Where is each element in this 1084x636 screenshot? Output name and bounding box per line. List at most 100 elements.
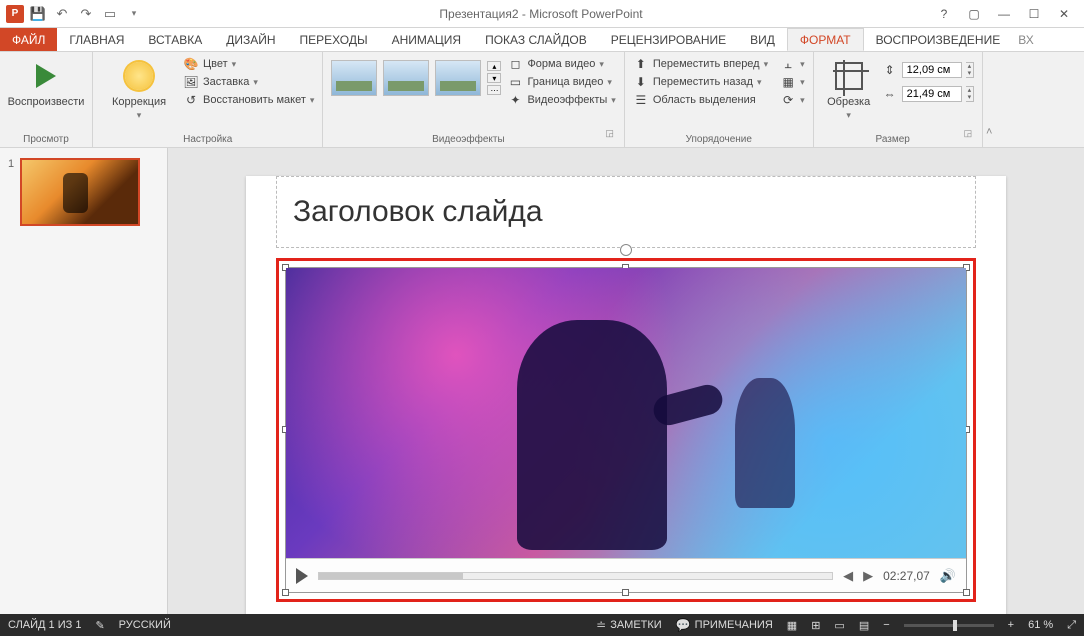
tab-playback[interactable]: ВОСПРОИЗВЕДЕНИЕ	[864, 28, 1013, 51]
group-objects-button[interactable]: ▦▾	[780, 74, 805, 90]
view-reading-icon[interactable]: ▭	[834, 619, 844, 632]
view-normal-icon[interactable]: ▦	[787, 619, 797, 632]
video-time: 02:27,07	[883, 569, 930, 583]
video-step-back-icon[interactable]: ◀	[843, 568, 853, 584]
gallery-down-icon[interactable]: ▾	[487, 73, 501, 83]
spin-up-icon[interactable]: ▴	[966, 63, 974, 70]
corrections-button[interactable]: Коррекция ▾	[101, 56, 177, 123]
resize-handle[interactable]	[963, 589, 970, 596]
tab-overflow[interactable]: Вх	[1012, 28, 1039, 51]
help-icon[interactable]: ?	[932, 4, 956, 24]
resize-handle[interactable]	[622, 589, 629, 596]
comments-button[interactable]: 💬ПРИМЕЧАНИЯ	[676, 618, 773, 632]
window-title: Презентация2 - Microsoft PowerPoint	[150, 7, 932, 21]
slide-indicator[interactable]: СЛАЙД 1 ИЗ 1	[8, 619, 81, 631]
fit-to-window-icon[interactable]: ⤢	[1067, 619, 1076, 632]
notes-button[interactable]: ≐ЗАМЕТКИ	[596, 618, 662, 632]
recolor-label: Цвет	[203, 58, 228, 70]
crop-button[interactable]: Обрезка ▾	[822, 56, 876, 123]
qat-customize-icon[interactable]: ▾	[124, 4, 144, 24]
rotate-handle[interactable]	[620, 244, 632, 256]
gallery-more-icon[interactable]: ⋯	[487, 85, 501, 95]
spin-down-icon[interactable]: ▾	[966, 70, 974, 77]
spellcheck-icon[interactable]: ✎	[95, 619, 104, 632]
width-field[interactable]: ⇔ ▴▾	[882, 86, 975, 102]
height-field[interactable]: ⇕ ▴▾	[882, 62, 975, 78]
send-backward-icon: ⬇	[633, 75, 649, 89]
tab-transitions[interactable]: ПЕРЕХОДЫ	[288, 28, 380, 51]
video-border-button[interactable]: ▭ Граница видео ▾	[507, 74, 615, 90]
width-input[interactable]	[902, 86, 962, 102]
video-play-button[interactable]	[296, 568, 308, 584]
powerpoint-app-icon: P	[6, 5, 24, 23]
maximize-icon[interactable]: ☐	[1022, 4, 1046, 24]
bring-forward-button[interactable]: ⬆ Переместить вперед ▾	[633, 56, 768, 72]
slide-thumbnails-panel: 1	[0, 148, 168, 614]
tab-home[interactable]: ГЛАВНАЯ	[57, 28, 136, 51]
slide-thumbnail-1[interactable]: 1	[8, 158, 159, 226]
rotate-button[interactable]: ⟳▾	[780, 92, 805, 108]
video-shape-button[interactable]: ◻ Форма видео ▾	[507, 56, 615, 72]
status-bar: СЛАЙД 1 ИЗ 1 ✎ РУССКИЙ ≐ЗАМЕТКИ 💬ПРИМЕЧА…	[0, 614, 1084, 636]
picture-icon: 🖼	[183, 75, 199, 89]
recolor-button[interactable]: 🎨 Цвет ▾	[183, 56, 314, 72]
redo-icon[interactable]: ↷	[76, 4, 96, 24]
tab-format[interactable]: ФОРМАТ	[787, 28, 864, 51]
minimize-icon[interactable]: —	[992, 4, 1016, 24]
reset-design-button[interactable]: ↺ Восстановить макет ▾	[183, 92, 314, 108]
gallery-up-icon[interactable]: ▴	[487, 61, 501, 71]
start-slideshow-icon[interactable]: ▭	[100, 4, 120, 24]
zoom-in-button[interactable]: +	[1008, 619, 1014, 631]
tab-review[interactable]: РЕЦЕНЗИРОВАНИЕ	[599, 28, 738, 51]
view-sorter-icon[interactable]: ⊞	[811, 619, 820, 632]
selection-pane-button[interactable]: ☰ Область выделения	[633, 92, 768, 108]
tab-animations[interactable]: АНИМАЦИЯ	[380, 28, 473, 51]
height-icon: ⇕	[882, 63, 898, 77]
ribbon-options-icon[interactable]: ▢	[962, 4, 986, 24]
group-arrange: ⬆ Переместить вперед ▾ ⬇ Переместить наз…	[625, 52, 814, 147]
close-icon[interactable]: ✕	[1052, 4, 1076, 24]
ribbon-tabs: ФАЙЛ ГЛАВНАЯ ВСТАВКА ДИЗАЙН ПЕРЕХОДЫ АНИ…	[0, 28, 1084, 52]
zoom-out-button[interactable]: −	[883, 619, 889, 631]
crop-icon	[835, 62, 863, 90]
align-button[interactable]: ⫠▾	[780, 56, 805, 72]
tab-view[interactable]: ВИД	[738, 28, 787, 51]
send-backward-button[interactable]: ⬇ Переместить назад ▾	[633, 74, 768, 90]
zoom-slider[interactable]	[904, 624, 994, 627]
crop-label: Обрезка	[827, 96, 870, 108]
undo-icon[interactable]: ↶	[52, 4, 72, 24]
dialog-launcher-icon[interactable]: ◲	[605, 128, 616, 139]
video-volume-icon[interactable]: 🔊	[940, 568, 956, 584]
style-thumb-2[interactable]	[383, 60, 429, 96]
title-text: Заголовок слайда	[293, 195, 543, 228]
slide-edit-area[interactable]: Заголовок слайда	[168, 148, 1084, 614]
spin-up-icon[interactable]: ▴	[966, 87, 974, 94]
style-thumb-3[interactable]	[435, 60, 481, 96]
dialog-launcher-icon[interactable]: ◲	[964, 128, 975, 139]
tab-design[interactable]: ДИЗАЙН	[214, 28, 287, 51]
video-seek-track[interactable]	[318, 572, 833, 580]
view-slideshow-icon[interactable]: ▤	[859, 619, 869, 632]
resize-handle[interactable]	[282, 589, 289, 596]
tab-slideshow[interactable]: ПОКАЗ СЛАЙДОВ	[473, 28, 599, 51]
tab-insert[interactable]: ВСТАВКА	[136, 28, 214, 51]
slide-canvas[interactable]: Заголовок слайда	[246, 176, 1006, 614]
group-size: Обрезка ▾ ⇕ ▴▾ ⇔ ▴▾ Размер ◲	[814, 52, 984, 147]
video-object[interactable]: ◀ ▶ 02:27,07 🔊	[285, 267, 967, 593]
group-preview-label: Просмотр	[8, 132, 84, 145]
language-indicator[interactable]: РУССКИЙ	[119, 619, 171, 631]
spin-down-icon[interactable]: ▾	[966, 94, 974, 101]
collapse-ribbon-button[interactable]: ˄	[983, 52, 995, 147]
style-thumb-1[interactable]	[331, 60, 377, 96]
title-bar: P 💾 ↶ ↷ ▭ ▾ Презентация2 - Microsoft Pow…	[0, 0, 1084, 28]
video-step-forward-icon[interactable]: ▶	[863, 568, 873, 584]
video-effects-button[interactable]: ✦ Видеоэффекты ▾	[507, 92, 615, 108]
group-adjust-label: Настройка	[101, 132, 314, 145]
height-input[interactable]	[902, 62, 962, 78]
poster-frame-button[interactable]: 🖼 Заставка ▾	[183, 74, 314, 90]
tab-file[interactable]: ФАЙЛ	[0, 28, 57, 51]
play-button[interactable]: Воспроизвести	[8, 56, 84, 110]
title-placeholder[interactable]: Заголовок слайда	[276, 176, 976, 248]
zoom-level[interactable]: 61 %	[1028, 619, 1053, 631]
save-icon[interactable]: 💾	[28, 4, 48, 24]
